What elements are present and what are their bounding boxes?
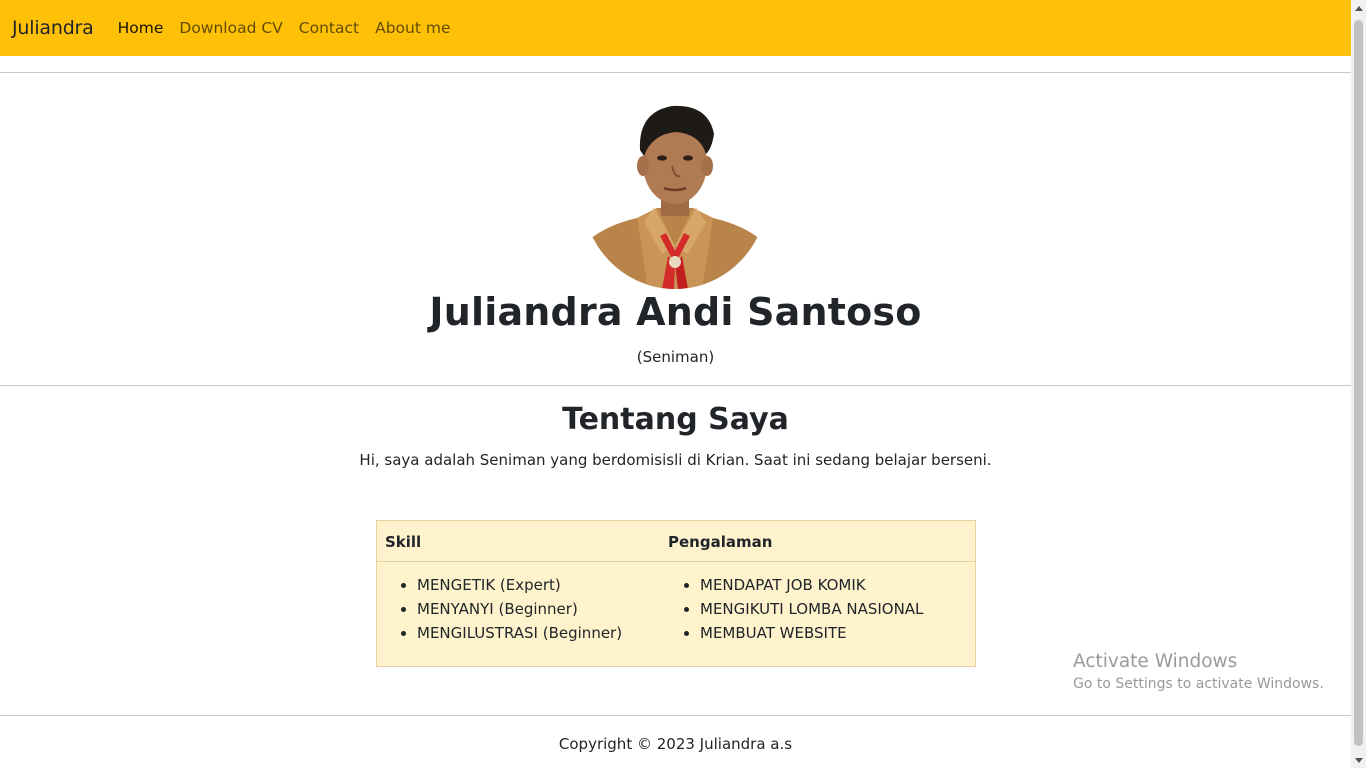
list-item: MENGETIK (Expert)	[417, 573, 622, 597]
about-text: Hi, saya adalah Seniman yang berdomisisl…	[359, 451, 992, 469]
activate-windows-title: Activate Windows	[1073, 651, 1238, 672]
table-header-row: Skill Pengalaman	[377, 521, 975, 562]
profile-role: (Seniman)	[636, 348, 715, 366]
footer-copyright: Copyright © 2023 Juliandra a.s	[558, 735, 793, 753]
vertical-scrollbar[interactable]	[1351, 0, 1366, 768]
experience-list: MENDAPAT JOB KOMIK MENGIKUTI LOMBA NASIO…	[700, 573, 923, 645]
scrollbar-thumb[interactable]	[1354, 20, 1363, 746]
list-item: MENDAPAT JOB KOMIK	[700, 573, 923, 597]
divider-top	[0, 72, 1351, 73]
scroll-down-icon[interactable]	[1351, 752, 1366, 768]
list-item: MENGIKUTI LOMBA NASIONAL	[700, 597, 923, 621]
scroll-up-icon[interactable]	[1351, 0, 1366, 16]
nav-link-about-me[interactable]: About me	[375, 19, 450, 37]
list-item: MEMBUAT WEBSITE	[700, 621, 923, 645]
navbar: Juliandra Home Download CV Contact About…	[0, 0, 1351, 56]
about-title: Tentang Saya	[562, 402, 789, 437]
activate-windows-subtitle: Go to Settings to activate Windows.	[1073, 676, 1324, 692]
nav-link-home[interactable]: Home	[118, 19, 164, 37]
nav-link-download-cv[interactable]: Download CV	[179, 19, 282, 37]
header-experience: Pengalaman	[668, 533, 773, 551]
divider-bottom	[0, 715, 1351, 716]
list-item: MENGILUSTRASI (Beginner)	[417, 621, 622, 645]
list-item: MENYANYI (Beginner)	[417, 597, 622, 621]
header-skill: Skill	[385, 533, 422, 551]
profile-photo	[582, 96, 768, 289]
page: Juliandra Home Download CV Contact About…	[0, 0, 1351, 768]
skill-list: MENGETIK (Expert) MENYANYI (Beginner) ME…	[417, 573, 622, 645]
navbar-brand[interactable]: Juliandra	[12, 17, 94, 39]
divider-middle	[0, 385, 1351, 386]
skills-table: Skill Pengalaman MENGETIK (Expert) MENYA…	[376, 520, 976, 667]
profile-name: Juliandra Andi Santoso	[429, 290, 922, 334]
nav-link-contact[interactable]: Contact	[299, 19, 359, 37]
